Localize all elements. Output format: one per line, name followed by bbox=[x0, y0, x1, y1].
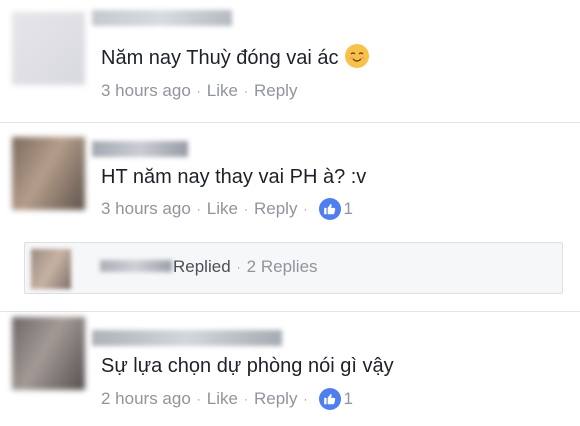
divider bbox=[0, 122, 580, 123]
reply-summary: Replied · 2 Replies bbox=[173, 257, 318, 277]
comment-meta: 3 hours ago · Like · Reply bbox=[101, 81, 297, 101]
separator: · bbox=[243, 392, 248, 406]
timestamp[interactable]: 2 hours ago bbox=[101, 389, 191, 409]
replier-name bbox=[100, 260, 172, 272]
reply-link[interactable]: Reply bbox=[254, 389, 297, 409]
reply-link[interactable]: Reply bbox=[254, 81, 297, 101]
divider bbox=[0, 311, 580, 312]
timestamp[interactable]: 3 hours ago bbox=[101, 199, 191, 219]
comment-meta: 3 hours ago · Like · Reply · 1 bbox=[101, 198, 353, 220]
reply-link[interactable]: Reply bbox=[254, 199, 297, 219]
separator: · bbox=[303, 202, 308, 216]
like-reaction-icon[interactable] bbox=[319, 388, 342, 410]
replied-label: Replied bbox=[173, 257, 231, 276]
comment-text: Năm nay Thuỳ đóng vai ác bbox=[101, 44, 369, 70]
avatar bbox=[31, 249, 71, 289]
avatar[interactable] bbox=[12, 137, 85, 210]
commenter-name[interactable] bbox=[92, 141, 188, 157]
separator: · bbox=[303, 392, 308, 406]
commenter-name[interactable] bbox=[92, 330, 282, 346]
comment-meta: 2 hours ago · Like · Reply · 1 bbox=[101, 388, 353, 410]
separator: · bbox=[196, 202, 201, 216]
timestamp[interactable]: 3 hours ago bbox=[101, 81, 191, 101]
separator: · bbox=[236, 260, 241, 274]
like-reaction-icon[interactable] bbox=[319, 198, 342, 220]
view-replies-link[interactable]: 2 Replies bbox=[247, 257, 318, 277]
separator: · bbox=[196, 392, 201, 406]
comment-text: Sự lựa chọn dự phòng nói gì vậy bbox=[101, 355, 394, 377]
separator: · bbox=[243, 84, 248, 98]
avatar[interactable] bbox=[12, 12, 85, 85]
like-link[interactable]: Like bbox=[207, 389, 238, 409]
separator: · bbox=[243, 202, 248, 216]
commenter-name[interactable] bbox=[92, 10, 232, 26]
like-count[interactable]: 1 bbox=[343, 199, 352, 219]
like-link[interactable]: Like bbox=[207, 81, 238, 101]
avatar[interactable] bbox=[12, 317, 85, 390]
like-link[interactable]: Like bbox=[207, 199, 238, 219]
comment-text-content: Năm nay Thuỳ đóng vai ác bbox=[101, 47, 339, 69]
relieved-face-icon bbox=[344, 44, 369, 68]
reply-thread-preview[interactable]: Replied · 2 Replies bbox=[24, 242, 563, 294]
like-count[interactable]: 1 bbox=[343, 389, 352, 409]
comment-text: HT năm nay thay vai PH à? :v bbox=[101, 166, 367, 188]
separator: · bbox=[196, 84, 201, 98]
